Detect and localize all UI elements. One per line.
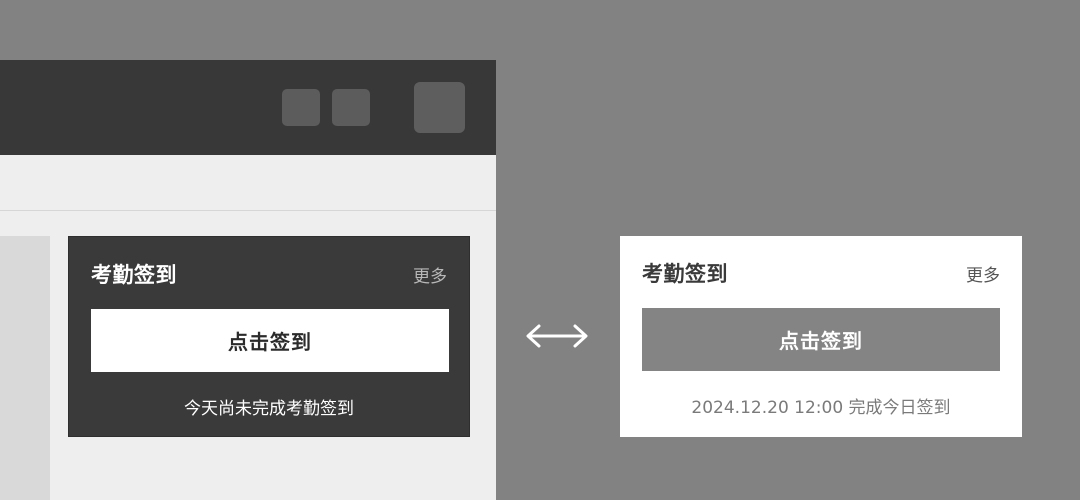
check-in-button[interactable]: 点击签到 (91, 309, 449, 372)
attendance-card-dark: 考勤签到 更多 点击签到 今天尚未完成考勤签到 (68, 236, 470, 437)
toolbar-button[interactable] (332, 89, 370, 126)
avatar[interactable] (414, 82, 465, 133)
card-title: 考勤签到 (91, 263, 177, 287)
attendance-card-light: 考勤签到 更多 点击签到 2024.12.20 12:00 完成今日签到 (620, 236, 1022, 437)
sub-header-bar (0, 155, 496, 211)
card-title: 考勤签到 (642, 262, 728, 286)
double-arrow-icon (526, 324, 588, 348)
more-link[interactable]: 更多 (966, 261, 1000, 286)
toolbar-button[interactable] (282, 89, 320, 126)
check-in-status: 2024.12.20 12:00 完成今日签到 (691, 398, 951, 418)
top-bar (0, 60, 496, 155)
check-in-status: 今天尚未完成考勤签到 (184, 399, 354, 419)
side-panel (0, 236, 50, 500)
check-in-button[interactable]: 点击签到 (642, 308, 1000, 371)
more-link[interactable]: 更多 (413, 262, 447, 287)
